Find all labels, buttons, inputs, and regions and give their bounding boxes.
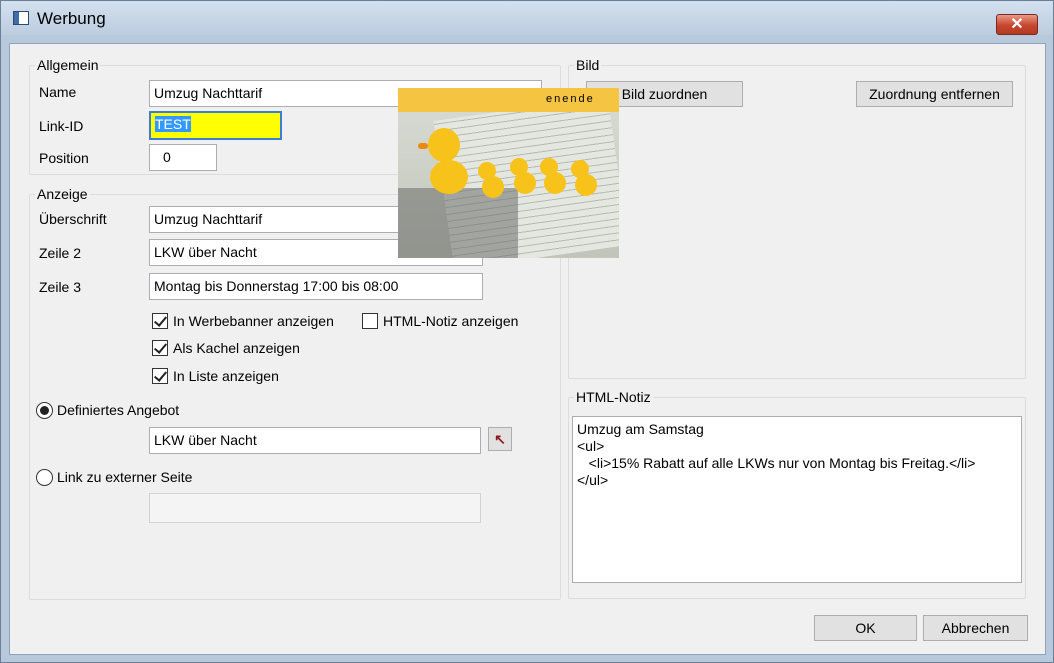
duck-head-icon: [428, 128, 460, 162]
duckling-icon: [575, 174, 597, 196]
allgemein-legend: Allgemein: [35, 57, 101, 73]
cancel-button[interactable]: Abbrechen: [923, 615, 1028, 641]
duck-beak-icon: [418, 143, 428, 149]
kachel-checkbox[interactable]: [152, 340, 168, 356]
link-id-value: TEST: [155, 116, 191, 132]
extern-radio-label: Link zu externer Seite: [57, 469, 193, 485]
close-button[interactable]: ✕: [996, 14, 1038, 35]
zeile3-label: Zeile 3: [39, 279, 82, 295]
ueberschrift-label: Überschrift: [39, 211, 107, 227]
ad-image: enende: [398, 88, 619, 258]
bild-legend: Bild: [574, 57, 602, 73]
dialog-client: Allgemein Name Umzug Nachttarif Link-ID …: [9, 43, 1046, 655]
image-banner: enende: [398, 88, 619, 112]
html-notiz-checkbox[interactable]: [362, 313, 378, 329]
dialog-window: Werbung ✕ Allgemein Name Umzug Nachttari…: [0, 0, 1054, 663]
extern-link-input: [149, 493, 481, 523]
duckling-icon: [514, 172, 536, 194]
link-id-input[interactable]: TEST: [149, 111, 282, 140]
image-banner-text: enende: [546, 93, 595, 105]
shadow-shape: [398, 188, 518, 258]
duckling-icon: [544, 172, 566, 194]
position-label: Position: [39, 150, 89, 166]
html-notiz-checkbox-label: HTML-Notiz anzeigen: [383, 313, 519, 329]
angebot-input[interactable]: LKW über Nacht: [149, 427, 481, 454]
link-id-label: Link-ID: [39, 118, 84, 134]
extern-radio[interactable]: [36, 469, 53, 486]
html-notiz-legend: HTML-Notiz: [574, 389, 653, 405]
zeile3-input[interactable]: Montag bis Donnerstag 17:00 bis 08:00: [149, 273, 483, 300]
ok-button[interactable]: OK: [814, 615, 917, 641]
duck-body-icon: [430, 160, 468, 194]
html-notiz-textarea[interactable]: Umzug am Samstag <ul> <li>15% Rabatt auf…: [572, 416, 1022, 583]
liste-label: In Liste anzeigen: [173, 368, 279, 384]
liste-checkbox[interactable]: [152, 368, 168, 384]
angebot-radio-label: Definiertes Angebot: [57, 402, 180, 418]
position-input[interactable]: 0: [149, 144, 217, 171]
zuordnung-entfernen-button[interactable]: Zuordnung entfernen: [856, 81, 1013, 107]
title-bar: Werbung ✕: [1, 1, 1053, 35]
kachel-label: Als Kachel anzeigen: [173, 340, 300, 356]
window-title: Werbung: [37, 9, 106, 28]
zeile2-label: Zeile 2: [39, 245, 82, 261]
werbebanner-label: In Werbebanner anzeigen: [173, 313, 334, 329]
werbebanner-checkbox[interactable]: [152, 313, 168, 329]
angebot-radio[interactable]: [36, 402, 53, 419]
bild-group: [568, 65, 1026, 379]
window-icon: [13, 11, 29, 25]
duckling-icon: [482, 176, 504, 198]
arrow-up-left-icon[interactable]: ↖: [488, 427, 512, 451]
name-label: Name: [39, 84, 77, 100]
anzeige-legend: Anzeige: [35, 186, 90, 202]
